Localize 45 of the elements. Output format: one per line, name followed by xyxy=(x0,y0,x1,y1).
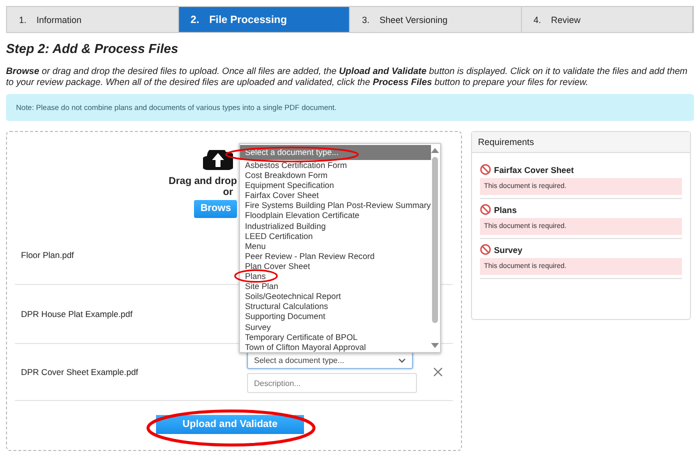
dropdown-option[interactable]: Site Plan xyxy=(240,281,431,292)
or-text: or xyxy=(223,187,233,198)
dropdown-option[interactable]: Asbestos Certification Form xyxy=(240,160,431,170)
prohibited-icon xyxy=(480,244,491,255)
description-field[interactable]: Description... xyxy=(247,373,417,393)
dropdown-option[interactable]: Supporting Document xyxy=(240,311,431,322)
instructions-text: Browse or drag and drop the desired files to upload. Once all files are added, the Upload and Validate button is displayed. Click on it to validate the files and add them to your review package. When all of the desired files are uploaded and validated, click the Process Files button to prepare your files for review. xyxy=(6,66,688,88)
dropdown-option[interactable]: Peer Review - Plan Review Record xyxy=(240,250,431,261)
dropdown-option[interactable]: LEED Certification xyxy=(240,230,431,241)
drop-zone[interactable] xyxy=(6,131,462,451)
dropdown-option[interactable]: Plans xyxy=(240,271,431,282)
close-icon[interactable] xyxy=(433,367,443,377)
scroll-down-icon[interactable] xyxy=(431,343,440,348)
file-name: DPR House Plat Example.pdf xyxy=(21,309,134,319)
step-tab[interactable]: 3. Sheet Versioning xyxy=(350,7,522,32)
cloud-upload-icon xyxy=(203,150,233,170)
dropdown-option[interactable]: Equipment Specification xyxy=(240,180,431,190)
dropdown-option[interactable]: Select a document type... xyxy=(240,145,431,160)
dropdown-option[interactable]: Menu xyxy=(240,240,431,251)
chevron-down-icon xyxy=(398,358,406,362)
dropdown-option[interactable]: Town of Clifton Mayoral Approval xyxy=(240,342,431,352)
dropdown-option[interactable]: Survey xyxy=(240,322,431,332)
highlight-ellipse xyxy=(234,269,278,283)
file-name: Floor Plan.pdf xyxy=(21,250,75,260)
requirement-name: Fairfax Cover Sheet xyxy=(494,164,574,174)
file-name: DPR Cover Sheet Example.pdf xyxy=(21,367,140,377)
requirement-name: Survey xyxy=(494,244,522,254)
requirement-name: Plans xyxy=(494,204,517,214)
prohibited-icon xyxy=(480,204,491,215)
dropdown-option[interactable]: Soils/Geotechnical Report xyxy=(240,291,431,302)
dropdown-option[interactable]: Industrialized Building xyxy=(240,220,431,231)
dropdown-option[interactable]: Fire Systems Building Plan Post-Review Summary xyxy=(240,200,431,210)
panel-title: Requirements xyxy=(472,132,690,153)
drag-drop-text: Drag and drop xyxy=(168,176,237,187)
dropdown-option[interactable]: Fairfax Cover Sheet xyxy=(240,190,431,200)
dropdown-option[interactable]: Plan Cover Sheet xyxy=(240,260,431,272)
dropdown-option[interactable]: Floodplain Elevation Certificate xyxy=(240,210,431,221)
step-tab[interactable]: 2. File Processing xyxy=(178,7,350,32)
dropdown-option[interactable]: Structural Calculations xyxy=(240,301,431,312)
prohibited-icon xyxy=(480,164,491,175)
page-heading: Step 2: Add & Process Files xyxy=(6,41,180,56)
dropdown-option[interactable]: Temporary Certificate of BPOL xyxy=(240,332,431,342)
step-tab[interactable]: 4. Review xyxy=(522,7,693,32)
dropdown-option[interactable]: Cost Breakdown Form xyxy=(240,170,431,180)
scroll-up-icon[interactable] xyxy=(431,148,440,153)
